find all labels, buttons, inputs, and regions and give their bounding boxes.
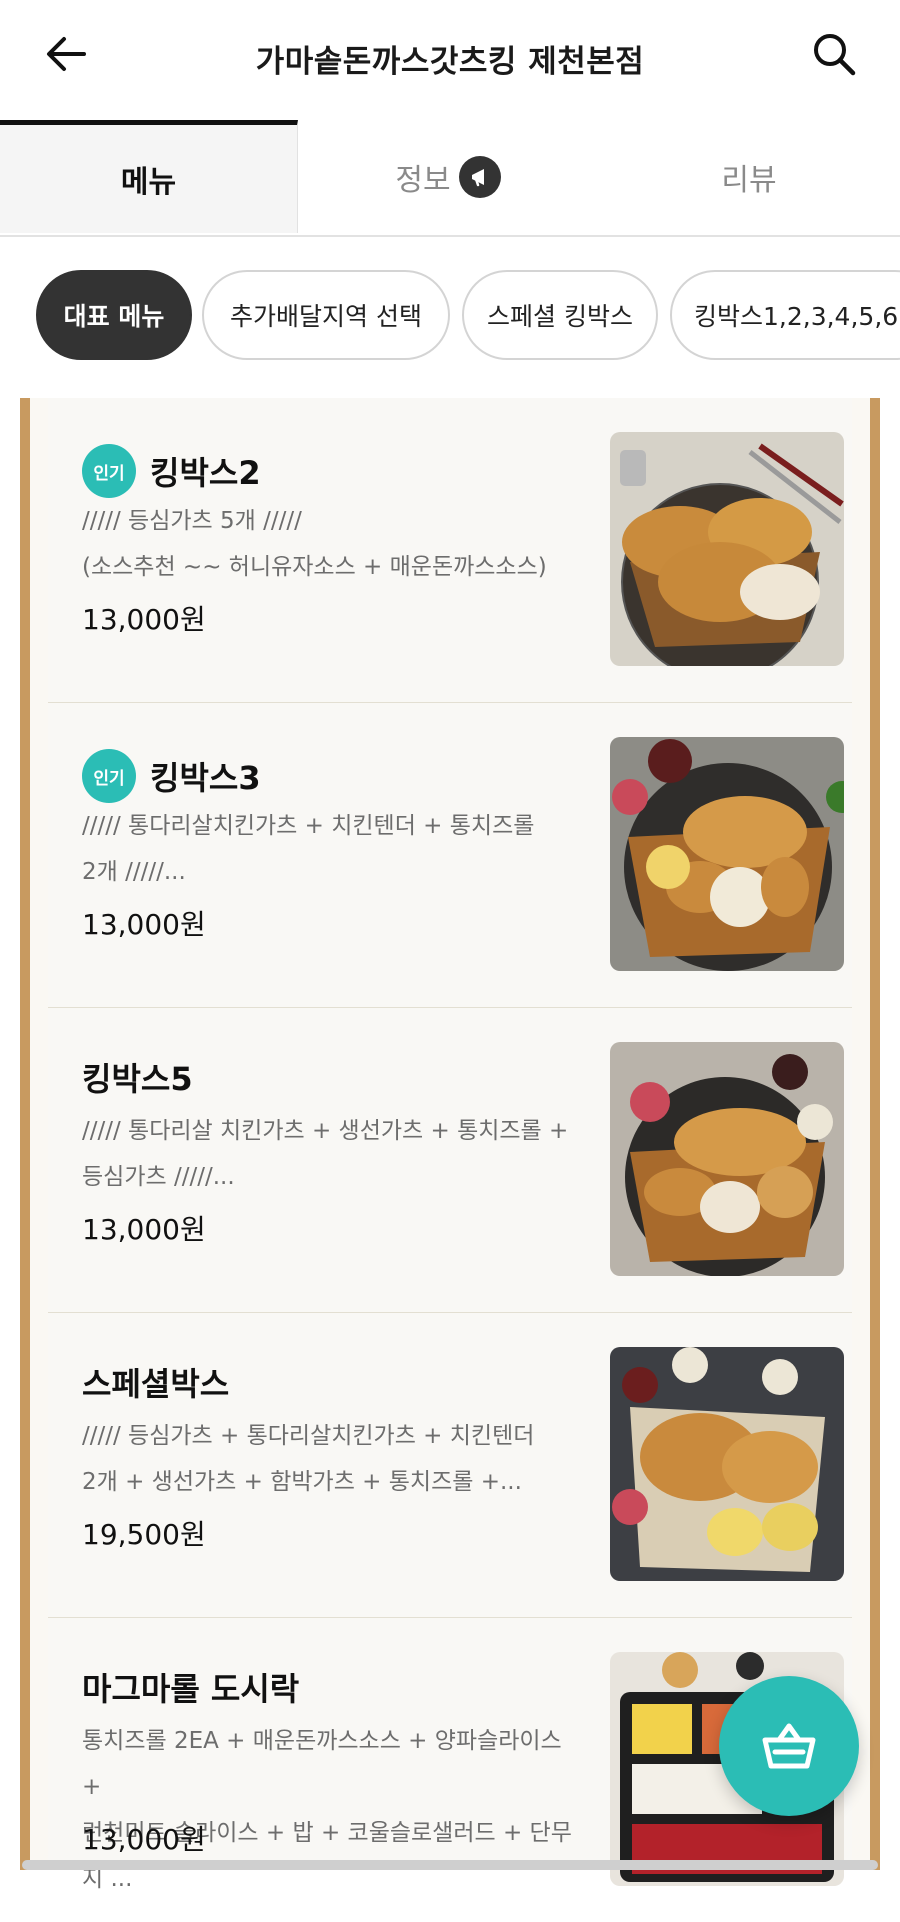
item-description: ///// 통다리살치킨가츠 + 치킨텐더 + 통치즈롤 2개 /////...: [82, 803, 582, 895]
item-desc-line: ///// 통다리살치킨가츠 + 치킨텐더 + 통치즈롤: [82, 813, 535, 839]
chip-label: 스페셜 킹박스: [487, 302, 633, 331]
search-icon: [814, 34, 856, 76]
arrow-left-icon: [47, 37, 86, 71]
chip-featured-menu[interactable]: 대표 메뉴: [36, 270, 192, 360]
app-header: 가마솥돈까스갓츠킹 제천본점: [0, 0, 900, 115]
chip-extra-delivery-area[interactable]: 추가배달지역 선택: [202, 270, 450, 360]
menu-item-special-box[interactable]: 스페셜박스 ///// 등심가츠 + 통다리살치킨가츠 + 치킨텐더 2개 + …: [48, 1313, 852, 1618]
item-desc-line: 2개 + 생선가츠 + 함박가츠 + 통치즈롤 +...: [82, 1469, 522, 1495]
item-name: 킹박스5: [82, 1060, 193, 1098]
menu-item-kingbox3[interactable]: 인기 킹박스3 ///// 통다리살치킨가츠 + 치킨텐더 + 통치즈롤 2개 …: [48, 703, 852, 1008]
cart-button[interactable]: [719, 1676, 859, 1816]
tab-review[interactable]: 리뷰: [598, 120, 900, 233]
search-button[interactable]: [806, 26, 862, 82]
item-name: 킹박스2: [150, 454, 261, 492]
item-photo: [610, 1042, 844, 1276]
chip-label: 킹박스1,2,3,4,5,6: [694, 302, 899, 331]
item-title: 마그마롤 도시락: [82, 1664, 299, 1710]
category-chips: 대표 메뉴 추가배달지역 선택 스페셜 킹박스 킹박스1,2,3,4,5,6: [0, 270, 900, 364]
item-desc-line: ///// 등심가츠 + 통다리살치킨가츠 + 치킨텐더: [82, 1423, 535, 1449]
item-price: 13,000원: [82, 603, 206, 636]
item-desc-line: 2개 /////...: [82, 859, 186, 885]
item-desc-line: 등심가츠 /////...: [82, 1164, 235, 1190]
tab-info-label: 정보: [395, 162, 451, 198]
tab-info[interactable]: 정보: [298, 120, 598, 233]
store-tabs: 메뉴 정보 리뷰: [0, 120, 900, 237]
chip-special-kingbox[interactable]: 스페셜 킹박스: [462, 270, 658, 360]
item-photo: [610, 1347, 844, 1581]
scroll-indicator: [22, 1860, 878, 1870]
store-title: 가마솥돈까스갓츠킹 제천본점: [255, 44, 645, 80]
menu-item-kingbox5[interactable]: 킹박스5 ///// 통다리살 치킨가츠 + 생선가츠 + 통치즈롤 + 등심가…: [48, 1008, 852, 1313]
tab-menu[interactable]: 메뉴: [0, 120, 298, 233]
basket-icon: [762, 1723, 816, 1769]
chip-label: 대표 메뉴: [63, 302, 165, 331]
item-description: 통치즈롤 2EA + 매운돈까스소스 + 양파슬라이스 + 런천미트 슬라이스 …: [82, 1718, 582, 1902]
item-photo: [610, 737, 844, 971]
chip-kingbox-1-6[interactable]: 킹박스1,2,3,4,5,6: [670, 270, 900, 360]
item-desc-line: (소스추천 ~~ 허니유자소스 + 매운돈까스소스): [82, 554, 547, 580]
item-title: 스페셜박스: [82, 1359, 229, 1405]
popular-badge: 인기: [82, 444, 136, 498]
back-button[interactable]: [38, 26, 94, 82]
item-title: 인기 킹박스2: [82, 444, 261, 498]
tab-review-label: 리뷰: [721, 162, 777, 198]
item-desc-line: ///// 등심가츠 5개 /////: [82, 508, 302, 534]
item-desc-line: 통치즈롤 2EA + 매운돈까스소스 + 양파슬라이스 +: [82, 1728, 562, 1800]
megaphone-icon: [458, 155, 501, 198]
menu-list: 인기 킹박스2 ///// 등심가츠 5개 ///// (소스추천 ~~ 허니유…: [48, 398, 852, 1892]
tab-menu-label: 메뉴: [120, 165, 177, 200]
item-title: 킹박스5: [82, 1054, 193, 1100]
item-description: ///// 통다리살 치킨가츠 + 생선가츠 + 통치즈롤 + 등심가츠 ///…: [82, 1108, 582, 1200]
menu-list-frame: 인기 킹박스2 ///// 등심가츠 5개 ///// (소스추천 ~~ 허니유…: [20, 398, 880, 1892]
item-desc-line: ///// 통다리살 치킨가츠 + 생선가츠 + 통치즈롤 +: [82, 1118, 569, 1144]
menu-item-kingbox2[interactable]: 인기 킹박스2 ///// 등심가츠 5개 ///// (소스추천 ~~ 허니유…: [48, 398, 852, 703]
item-price: 19,500원: [82, 1518, 206, 1551]
item-price: 13,000원: [82, 1823, 206, 1856]
item-description: ///// 등심가츠 + 통다리살치킨가츠 + 치킨텐더 2개 + 생선가츠 +…: [82, 1413, 582, 1505]
item-description: ///// 등심가츠 5개 ///// (소스추천 ~~ 허니유자소스 + 매운…: [82, 498, 582, 590]
item-name: 킹박스3: [150, 759, 261, 797]
popular-badge: 인기: [82, 749, 136, 803]
item-name: 스페셜박스: [82, 1365, 230, 1403]
item-price: 13,000원: [82, 1213, 206, 1246]
item-name: 마그마롤 도시락: [82, 1670, 300, 1708]
item-photo: [610, 432, 844, 666]
chip-label: 추가배달지역 선택: [230, 302, 422, 331]
item-title: 인기 킹박스3: [82, 749, 261, 803]
item-price: 13,000원: [82, 908, 206, 941]
